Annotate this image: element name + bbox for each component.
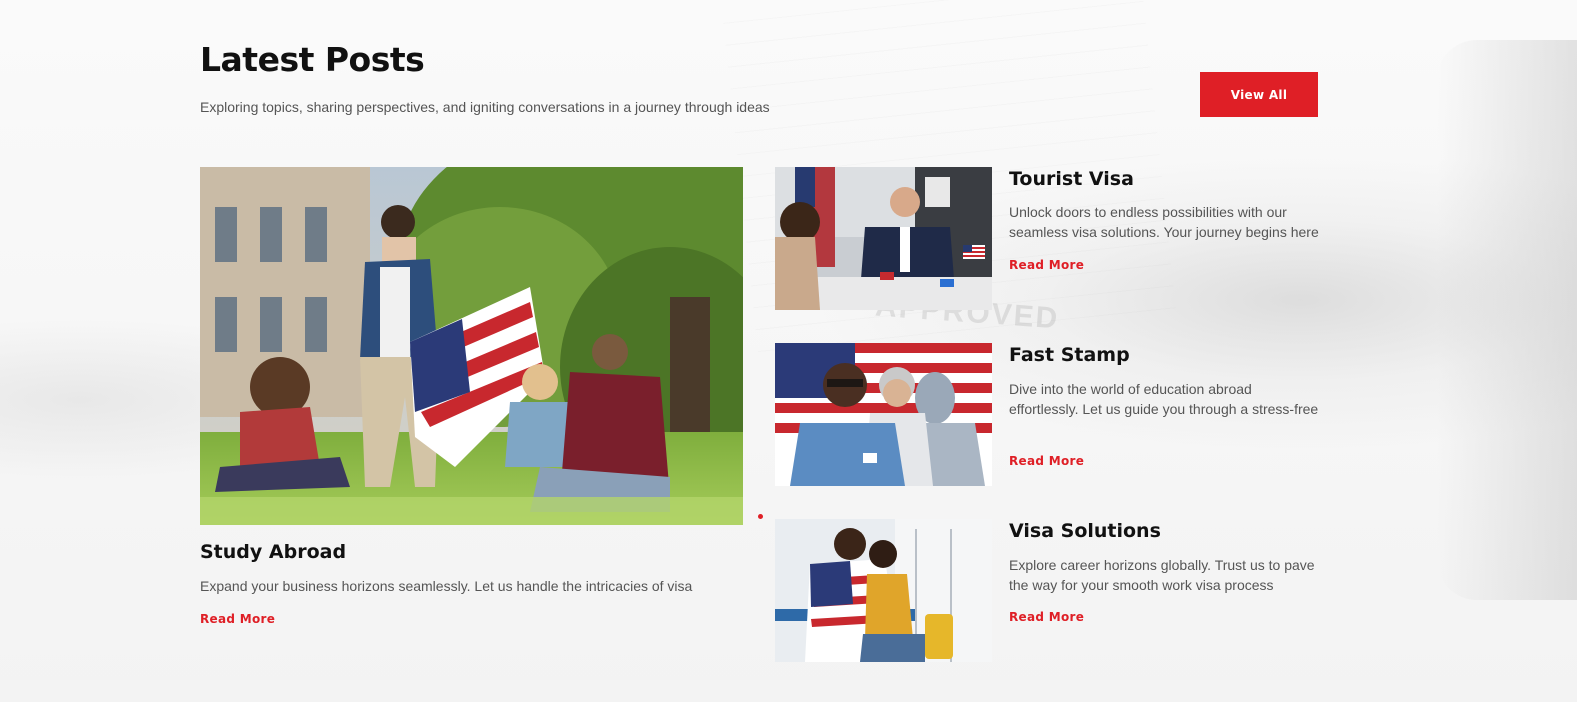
section-title: Latest Posts xyxy=(200,40,425,79)
post-description: Explore career horizons globally. Trust … xyxy=(1009,557,1315,593)
featured-post-image[interactable] xyxy=(200,167,743,525)
section-subtitle: Exploring topics, sharing perspectives, … xyxy=(200,99,770,115)
carousel-dot[interactable] xyxy=(758,514,763,519)
post-description: Unlock doors to endless possibilities wi… xyxy=(1009,204,1319,240)
post-card-tourist-visa: Tourist Visa Unlock doors to endless pos… xyxy=(775,167,1320,312)
featured-post-description: Expand your business horizons seamlessly… xyxy=(200,578,693,594)
post-thumbnail[interactable] xyxy=(775,343,992,486)
post-card-visa-solutions: Visa Solutions Explore career horizons g… xyxy=(775,519,1320,664)
featured-post-title[interactable]: Study Abroad xyxy=(200,541,346,563)
post-title[interactable]: Fast Stamp xyxy=(1009,344,1130,366)
post-read-more-link[interactable]: Read More xyxy=(1009,610,1084,624)
post-description: Dive into the world of education abroad … xyxy=(1009,381,1319,417)
post-read-more-link[interactable]: Read More xyxy=(1009,454,1084,468)
view-all-button[interactable]: View All xyxy=(1200,72,1318,117)
post-title[interactable]: Tourist Visa xyxy=(1009,168,1134,190)
post-read-more-link[interactable]: Read More xyxy=(1009,258,1084,272)
post-card-fast-stamp: Fast Stamp Dive into the world of educat… xyxy=(775,343,1320,488)
latest-posts-section: APPROVED Latest Posts Exploring topics, … xyxy=(0,0,1577,702)
featured-read-more-link[interactable]: Read More xyxy=(200,612,275,626)
post-thumbnail[interactable] xyxy=(775,519,992,662)
post-thumbnail[interactable] xyxy=(775,167,992,310)
background-decoration xyxy=(1437,40,1577,600)
post-title[interactable]: Visa Solutions xyxy=(1009,520,1161,542)
